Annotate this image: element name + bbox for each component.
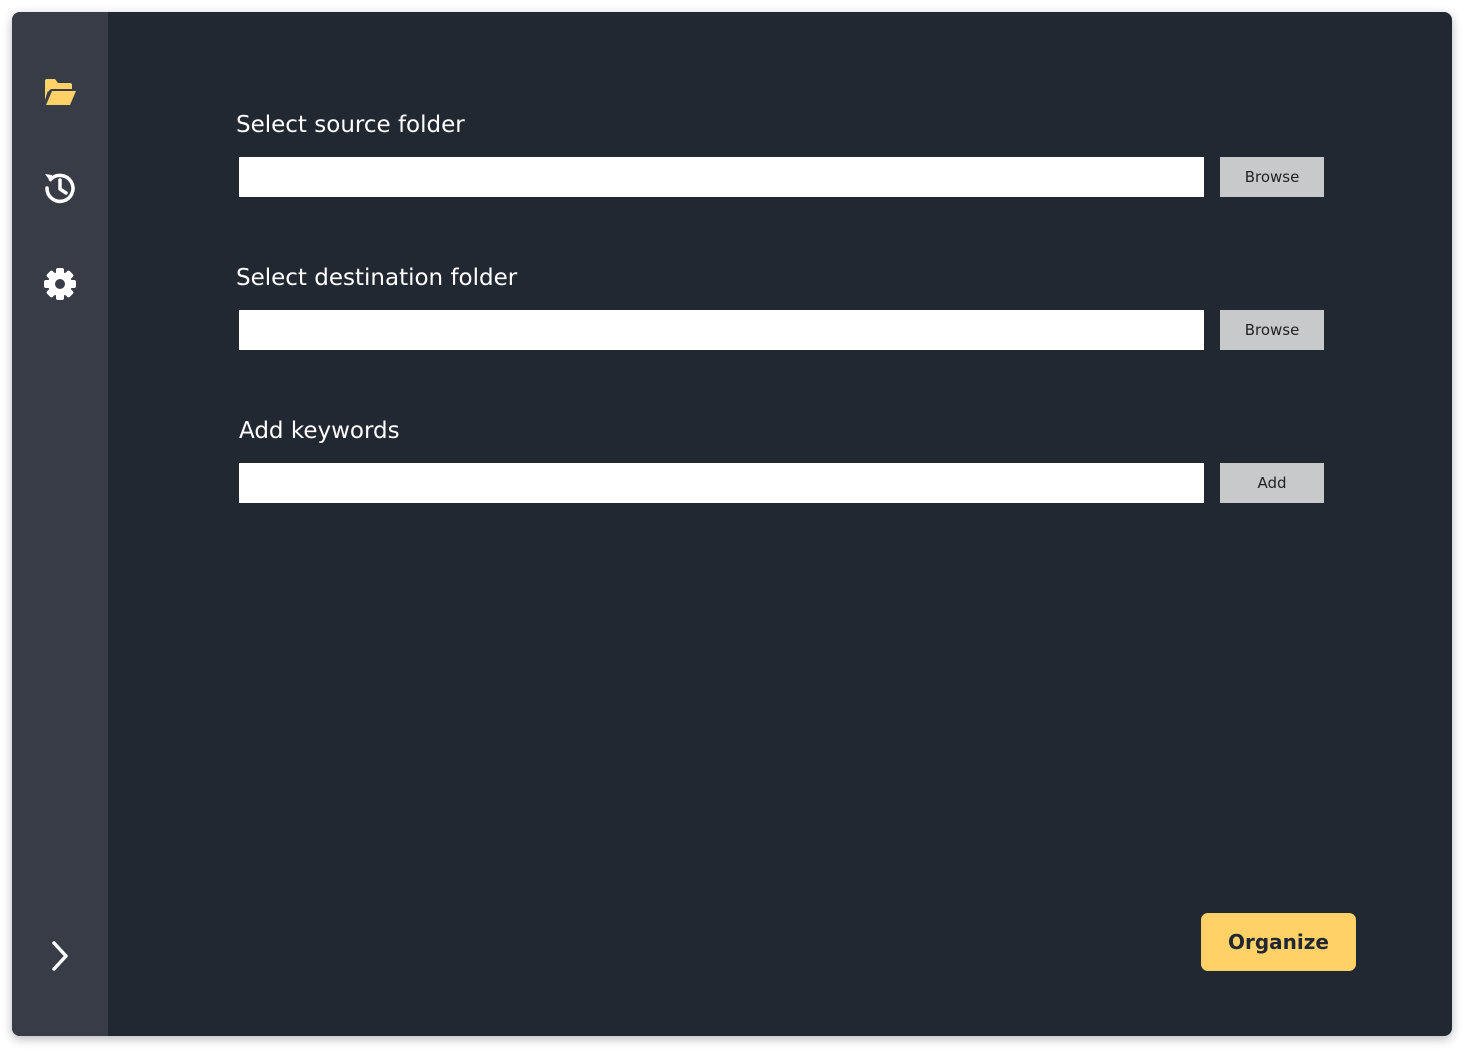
folder-open-icon — [44, 79, 76, 105]
organize-button[interactable]: Organize — [1201, 913, 1356, 971]
sidebar-item-history[interactable] — [40, 168, 80, 208]
destination-folder-label: Select destination folder — [236, 265, 518, 291]
source-browse-button[interactable]: Browse — [1220, 157, 1324, 197]
source-folder-label: Select source folder — [236, 112, 465, 138]
main-panel: Select source folder Browse Select desti… — [108, 12, 1452, 1036]
sidebar — [12, 12, 108, 1036]
add-keyword-button[interactable]: Add — [1220, 463, 1324, 503]
sidebar-item-organize[interactable] — [40, 72, 80, 112]
destination-folder-input[interactable] — [239, 310, 1204, 350]
sidebar-item-settings[interactable] — [40, 264, 80, 304]
source-folder-input[interactable] — [239, 157, 1204, 197]
history-icon — [45, 173, 75, 204]
sidebar-expand-button[interactable] — [40, 936, 80, 976]
keywords-label: Add keywords — [239, 418, 400, 444]
chevron-right-icon — [52, 941, 68, 971]
app-window: Select source folder Browse Select desti… — [12, 12, 1452, 1036]
destination-browse-button[interactable]: Browse — [1220, 310, 1324, 350]
gear-icon — [44, 268, 76, 300]
keywords-input[interactable] — [239, 463, 1204, 503]
